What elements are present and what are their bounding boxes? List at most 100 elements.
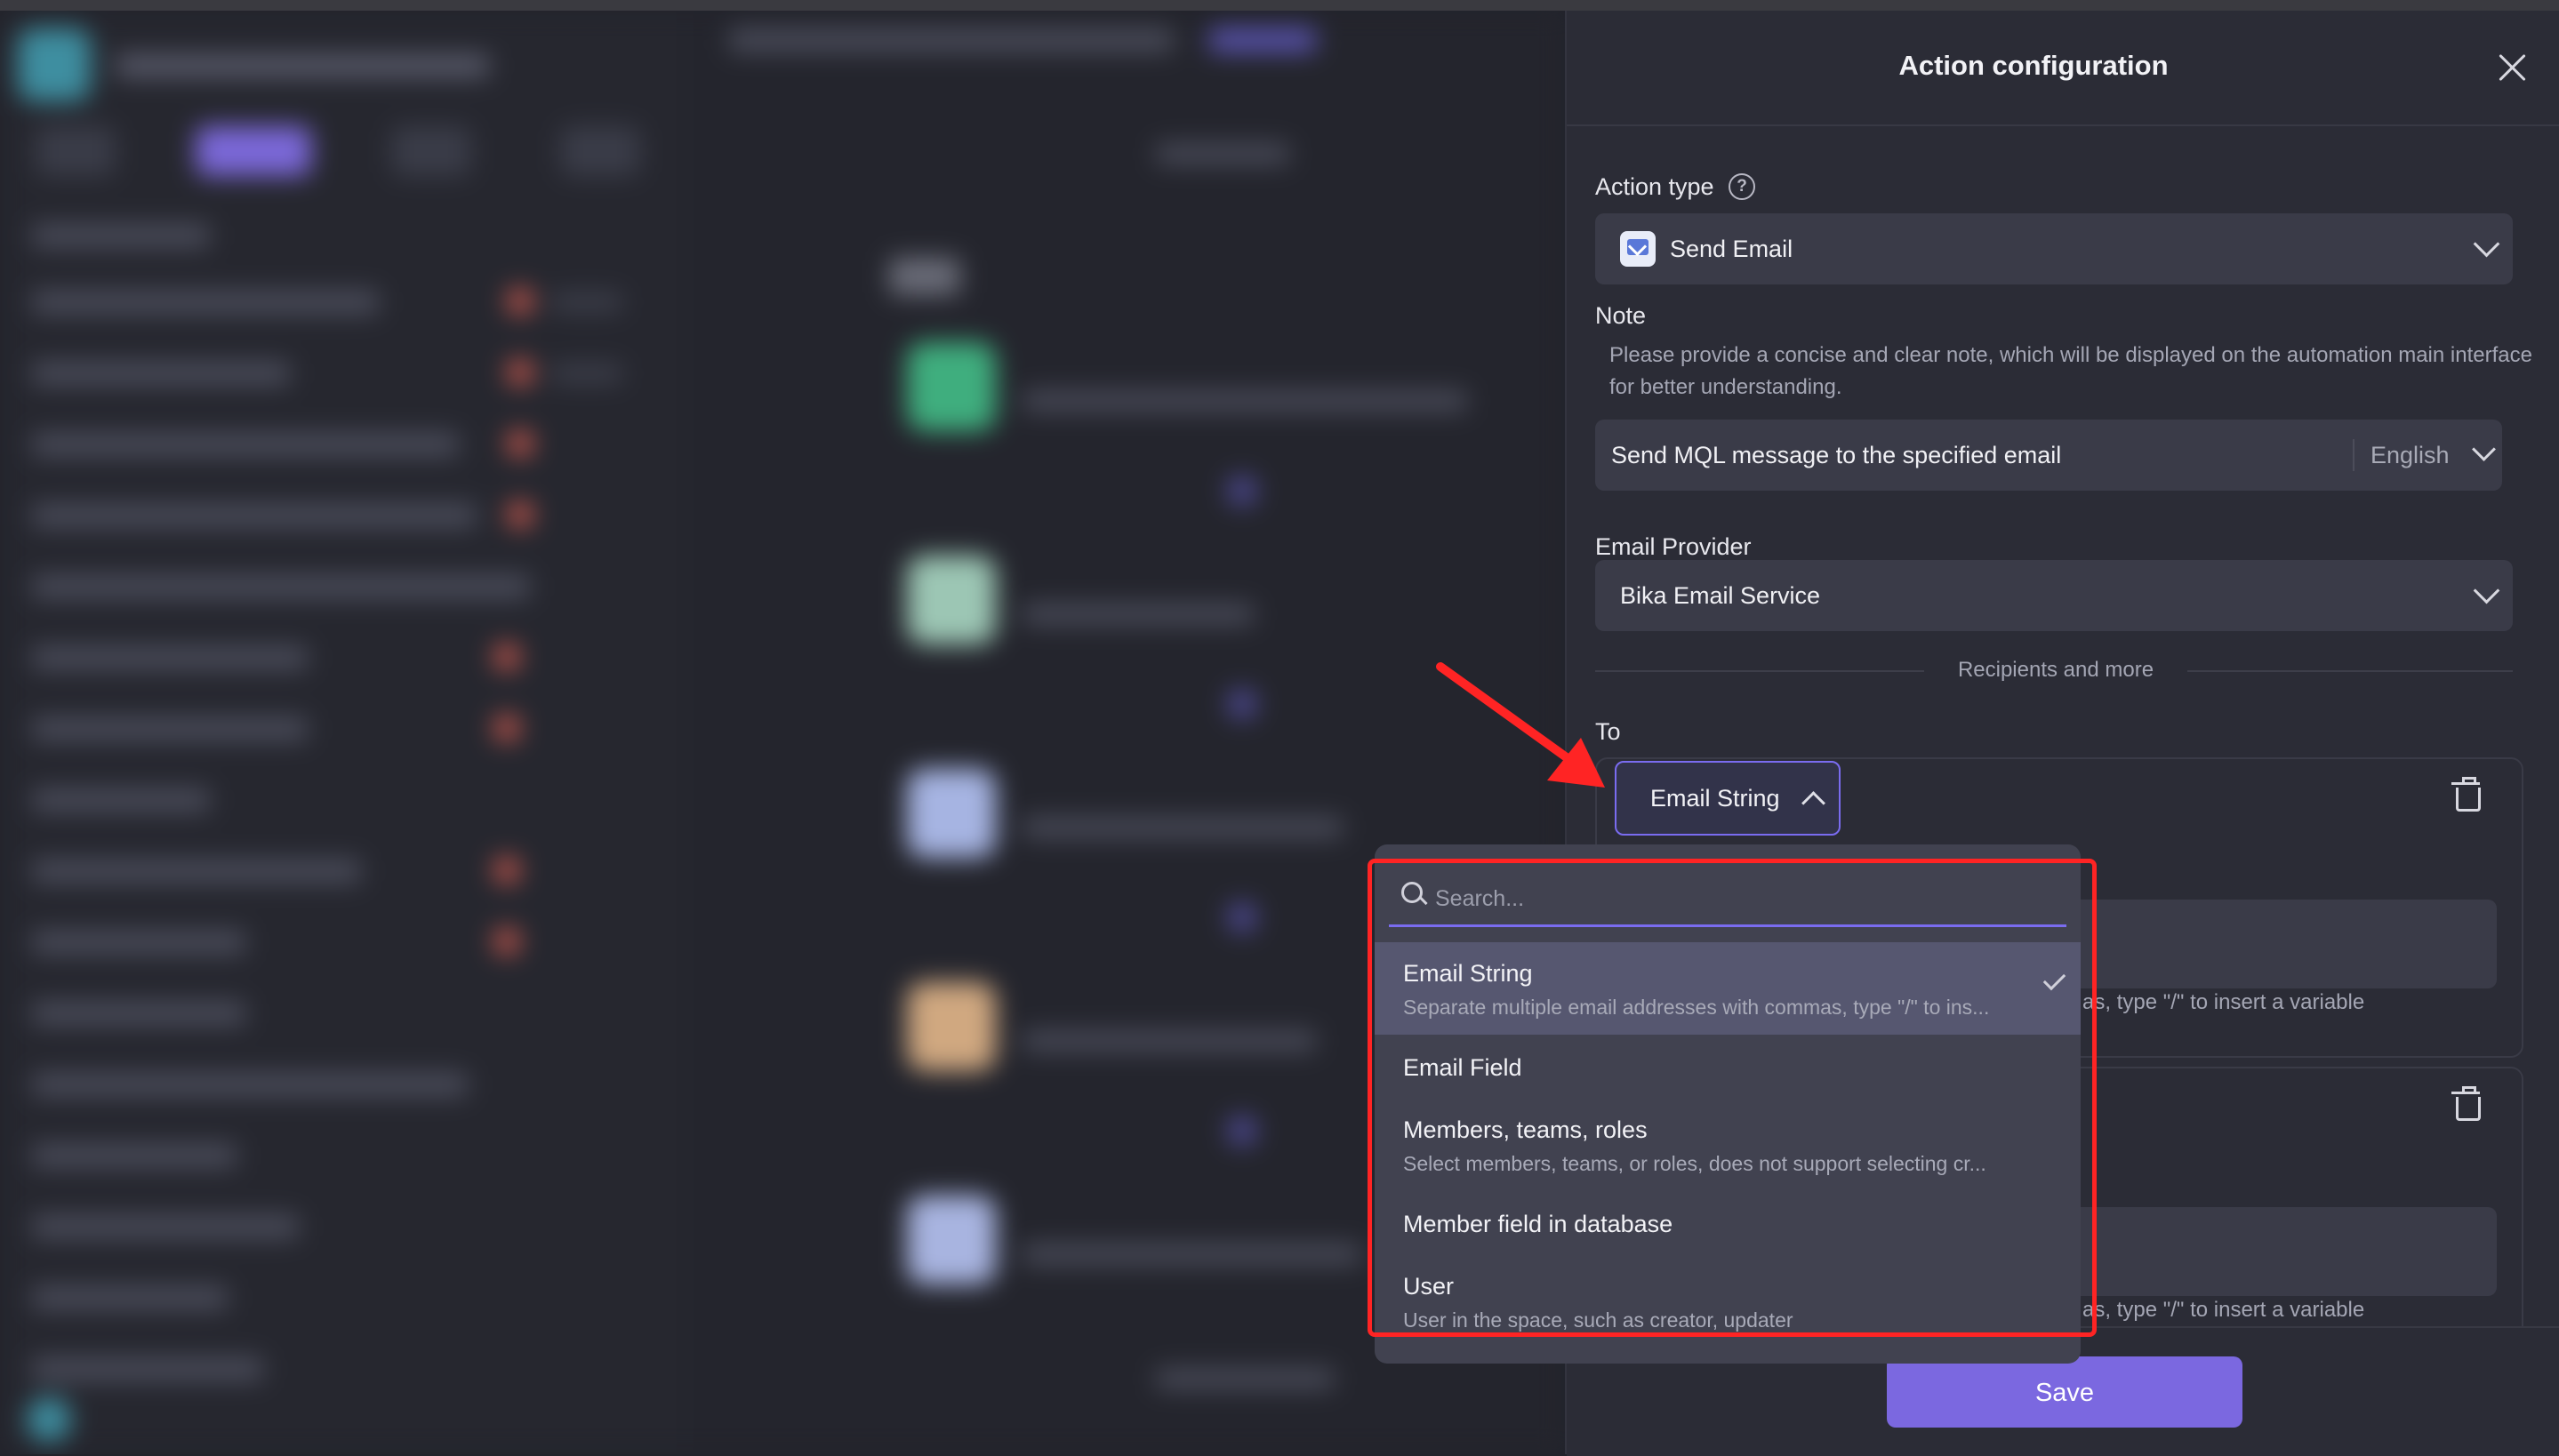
background-card-text bbox=[1023, 1244, 1360, 1264]
dropdown-item-description: Select members, teams, or roles, does no… bbox=[1403, 1152, 1986, 1175]
background-meta bbox=[551, 293, 622, 311]
recipient-hint: as, type "/" to insert a variable bbox=[2082, 990, 2365, 1014]
background-blur-layer bbox=[0, 0, 1565, 1454]
background-row bbox=[32, 1357, 263, 1380]
background-card-text bbox=[1023, 1031, 1316, 1051]
trash-icon[interactable] bbox=[2451, 1086, 2481, 1121]
panel-title: Action configuration bbox=[1898, 50, 2169, 81]
background-space-title bbox=[116, 55, 489, 76]
background-dot bbox=[493, 928, 520, 955]
dropdown-item-member-field[interactable]: Member field in database bbox=[1375, 1191, 2081, 1255]
background-dot bbox=[493, 715, 520, 741]
action-type-value: Send Email bbox=[1670, 236, 1793, 262]
dropdown-item-email-field[interactable]: Email Field bbox=[1375, 1035, 2081, 1099]
background-toolbar bbox=[1156, 144, 1289, 164]
background-row bbox=[32, 575, 530, 598]
note-separator bbox=[2353, 439, 2354, 471]
background-row bbox=[32, 1073, 468, 1096]
close-icon[interactable] bbox=[2491, 46, 2534, 89]
background-badge bbox=[1209, 28, 1316, 52]
window-top-edge bbox=[0, 0, 2559, 11]
chevron-down-icon bbox=[2473, 230, 2500, 258]
background-connector bbox=[1227, 476, 1257, 506]
background-connector bbox=[1227, 689, 1257, 719]
background-card-icon bbox=[907, 982, 996, 1071]
background-row bbox=[32, 1002, 245, 1025]
background-meta bbox=[551, 364, 622, 382]
note-input[interactable]: Send MQL message to the specified email … bbox=[1595, 420, 2502, 491]
dropdown-item-label: Email String bbox=[1403, 960, 1533, 987]
language-chevron-down-icon[interactable] bbox=[2472, 437, 2496, 461]
background-row bbox=[32, 362, 290, 385]
background-row bbox=[32, 291, 379, 314]
panel-header: Action configuration bbox=[1567, 11, 2559, 126]
note-description: Please provide a concise and clear note,… bbox=[1609, 343, 2532, 399]
background-card-icon bbox=[907, 769, 996, 858]
recipient-hint: as, type "/" to insert a variable bbox=[2082, 1298, 2365, 1322]
divider-line-right bbox=[2187, 670, 2513, 672]
background-card-text bbox=[1023, 818, 1343, 837]
background-dot bbox=[507, 359, 533, 386]
background-row bbox=[32, 433, 459, 456]
background-connector bbox=[1227, 902, 1257, 932]
chevron-down-icon bbox=[2473, 577, 2500, 604]
background-card-text bbox=[1156, 1369, 1334, 1388]
background-space-avatar bbox=[18, 28, 91, 101]
dropdown-item-label: Member field in database bbox=[1403, 1211, 1673, 1237]
check-icon bbox=[2042, 967, 2066, 991]
email-provider-select[interactable]: Bika Email Service bbox=[1595, 560, 2513, 631]
action-type-select[interactable]: Send Email bbox=[1595, 213, 2513, 284]
background-row bbox=[32, 1215, 299, 1238]
background-flow-title bbox=[889, 258, 960, 295]
dropdown-item-label: Members, teams, roles bbox=[1403, 1116, 1648, 1143]
background-row bbox=[32, 646, 308, 669]
divider-line-left bbox=[1595, 670, 1924, 672]
save-button[interactable]: Save bbox=[1887, 1356, 2242, 1428]
dropdown-item-description: Separate multiple email addresses with c… bbox=[1403, 996, 1990, 1019]
note-label: Note bbox=[1595, 302, 1647, 329]
trash-icon[interactable] bbox=[2451, 777, 2481, 812]
note-language-value[interactable]: English bbox=[2370, 442, 2450, 469]
action-type-label: Action type bbox=[1595, 173, 1714, 200]
background-dot bbox=[507, 288, 533, 315]
to-label: To bbox=[1595, 718, 1621, 745]
background-user-avatar bbox=[27, 1397, 71, 1442]
email-provider-value: Bika Email Service bbox=[1620, 582, 1821, 609]
background-dot bbox=[493, 857, 520, 884]
background-row bbox=[32, 931, 245, 954]
background-row bbox=[32, 504, 477, 527]
recipients-divider-label: Recipients and more bbox=[1957, 658, 2154, 682]
dropdown-item-members-teams-roles[interactable]: Members, teams, roles Select members, te… bbox=[1375, 1099, 2081, 1191]
background-dot bbox=[493, 644, 520, 670]
note-input-value[interactable]: Send MQL message to the specified email bbox=[1611, 442, 2061, 469]
dropdown-item-label: Email Field bbox=[1403, 1054, 1522, 1081]
background-row bbox=[32, 788, 210, 812]
background-connector bbox=[1227, 1116, 1257, 1146]
dropdown-item-user[interactable]: User User in the space, such as creator,… bbox=[1375, 1255, 2081, 1348]
dropdown-item-email-string[interactable]: Email String Separate multiple email add… bbox=[1375, 942, 2081, 1035]
background-row bbox=[32, 224, 210, 247]
background-row bbox=[32, 1144, 237, 1167]
help-icon[interactable]: ? bbox=[1729, 173, 1755, 200]
background-sidebar bbox=[0, 11, 685, 1454]
background-row bbox=[32, 717, 308, 740]
chevron-up-icon bbox=[1801, 791, 1825, 815]
email-provider-label: Email Provider bbox=[1595, 533, 1752, 560]
background-card-text bbox=[1023, 391, 1467, 411]
background-row bbox=[32, 1286, 228, 1309]
background-tab bbox=[391, 126, 471, 176]
background-card-text bbox=[1023, 604, 1254, 624]
search-icon bbox=[1401, 882, 1423, 903]
background-dot bbox=[507, 501, 533, 528]
recipient-type-value: Email String bbox=[1650, 785, 1780, 812]
dropdown-search-input[interactable] bbox=[1433, 880, 2050, 917]
background-app bbox=[0, 0, 1565, 1454]
background-card-icon bbox=[907, 1196, 996, 1284]
background-space-header bbox=[18, 28, 640, 101]
recipient-type-dropdown: Email String Separate multiple email add… bbox=[1375, 844, 2081, 1364]
background-tab bbox=[36, 126, 116, 176]
background-tab-active bbox=[196, 126, 311, 176]
dropdown-item-label: User bbox=[1403, 1273, 1455, 1300]
recipient-type-button[interactable]: Email String bbox=[1615, 761, 1841, 836]
background-card-icon bbox=[907, 556, 996, 644]
